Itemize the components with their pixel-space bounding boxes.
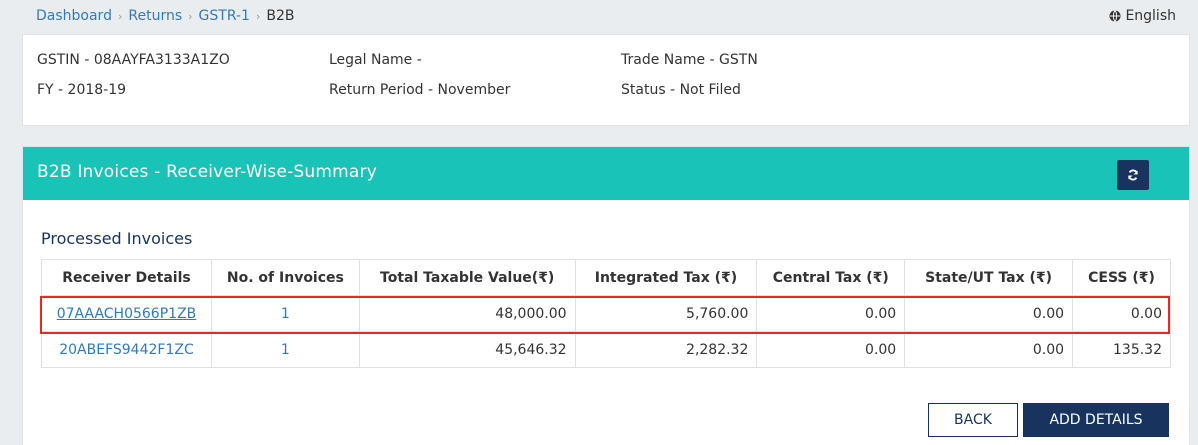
- table-row: 07AAACH0566P1ZB 1 48,000.00 5,760.00 0.0…: [41, 295, 1171, 332]
- gstin-text: GSTIN - 08AAYFA3133A1ZO: [37, 52, 230, 68]
- receiver-gstin-link[interactable]: 20ABEFS9442F1ZC: [59, 342, 194, 358]
- central-tax-cell: 0.00: [756, 331, 906, 368]
- legal-name-text: Legal Name -: [329, 52, 422, 68]
- globe-icon: [1109, 10, 1121, 22]
- breadcrumb: Dashboard › Returns › GSTR-1 › B2B: [36, 8, 294, 24]
- section-title: Processed Invoices: [41, 229, 193, 248]
- column-header: Central Tax (₹): [756, 259, 906, 296]
- back-button[interactable]: BACK: [928, 403, 1018, 437]
- status-text: Status - Not Filed: [621, 82, 741, 98]
- state-tax-cell: 0.00: [904, 295, 1074, 332]
- integrated-tax-cell: 5,760.00: [574, 295, 758, 332]
- table-header-row: Receiver Details No. of Invoices Total T…: [41, 259, 1171, 296]
- taxable-value-cell: 48,000.00: [358, 295, 576, 332]
- fy-text: FY - 2018-19: [37, 82, 127, 98]
- language-label: English: [1125, 8, 1176, 24]
- add-details-button[interactable]: ADD DETAILS: [1023, 403, 1169, 437]
- state-tax-cell: 0.00: [904, 331, 1074, 368]
- column-header: CESS (₹): [1072, 259, 1171, 296]
- taxpayer-info-card: GSTIN - 08AAYFA3133A1ZO Legal Name - Tra…: [22, 34, 1190, 126]
- invoice-count-link[interactable]: 1: [281, 306, 290, 322]
- breadcrumb-returns[interactable]: Returns: [128, 8, 182, 24]
- column-header: Receiver Details: [41, 259, 212, 296]
- receiver-gstin-link[interactable]: 07AAACH0566P1ZB: [57, 306, 197, 322]
- chevron-right-icon: ›: [117, 9, 123, 23]
- column-header: State/UT Tax (₹): [904, 259, 1074, 296]
- breadcrumb-dashboard[interactable]: Dashboard: [36, 8, 112, 24]
- breadcrumb-current: B2B: [266, 8, 295, 24]
- trade-name-text: Trade Name - GSTN: [621, 52, 758, 68]
- b2b-summary-panel: B2B Invoices - Receiver-Wise-Summary Pro…: [22, 146, 1190, 445]
- invoices-table: Receiver Details No. of Invoices Total T…: [41, 259, 1171, 368]
- cess-cell: 0.00: [1072, 295, 1171, 332]
- table-row: 20ABEFS9442F1ZC 1 45,646.32 2,282.32 0.0…: [41, 331, 1171, 368]
- chevron-right-icon: ›: [255, 9, 261, 23]
- refresh-icon: [1128, 169, 1138, 181]
- panel-header: B2B Invoices - Receiver-Wise-Summary: [23, 147, 1189, 200]
- breadcrumb-gstr1[interactable]: GSTR-1: [199, 8, 250, 24]
- cess-cell: 135.32: [1072, 331, 1171, 368]
- central-tax-cell: 0.00: [756, 295, 906, 332]
- panel-title: B2B Invoices - Receiver-Wise-Summary: [37, 162, 377, 182]
- integrated-tax-cell: 2,282.32: [574, 331, 758, 368]
- chevron-right-icon: ›: [188, 9, 193, 23]
- refresh-button[interactable]: [1117, 160, 1149, 190]
- invoice-count-link[interactable]: 1: [281, 342, 290, 358]
- return-period-text: Return Period - November: [329, 82, 511, 98]
- language-selector[interactable]: English: [1109, 8, 1176, 24]
- column-header: No. of Invoices: [210, 259, 360, 296]
- column-header: Integrated Tax (₹): [574, 259, 758, 296]
- column-header: Total Taxable Value(₹): [358, 259, 576, 296]
- taxable-value-cell: 45,646.32: [358, 331, 576, 368]
